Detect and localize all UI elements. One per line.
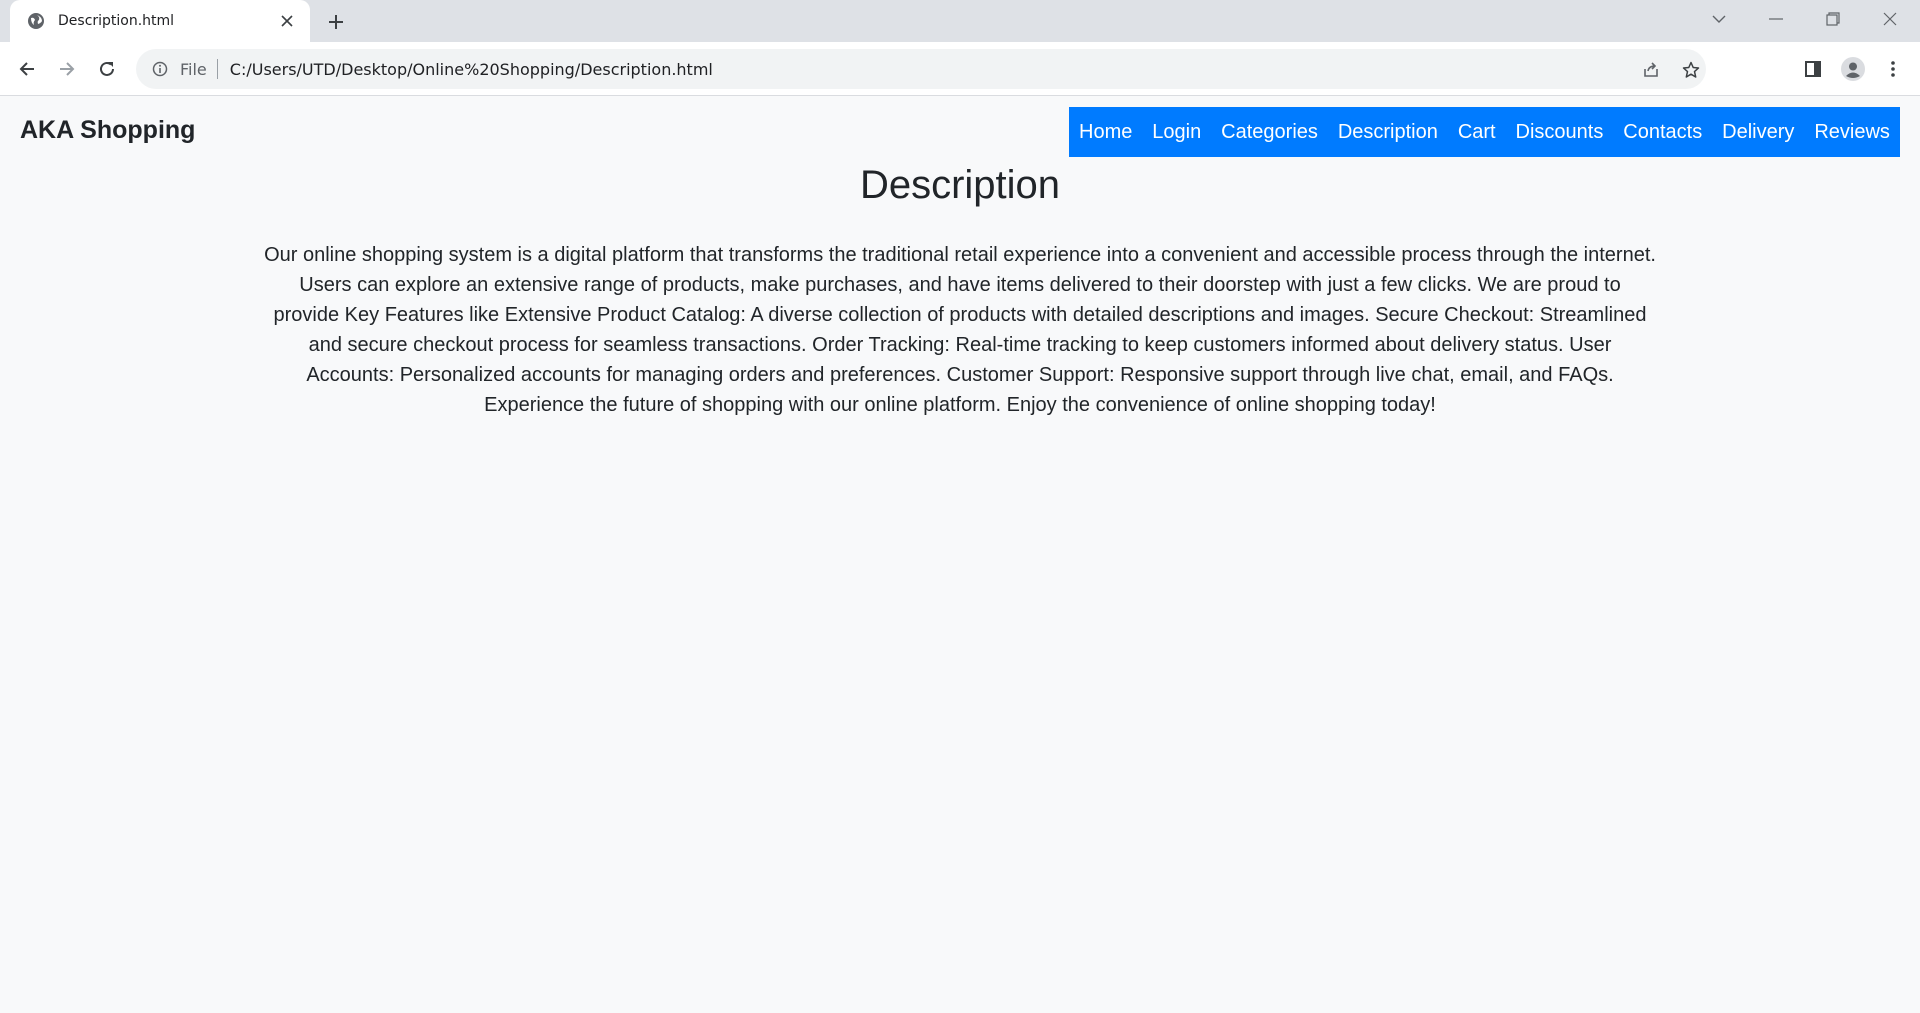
nav-contacts[interactable]: Contacts (1623, 121, 1702, 144)
reload-icon[interactable] (90, 52, 124, 86)
site-brand[interactable]: AKA Shopping (20, 116, 195, 145)
globe-icon (26, 11, 46, 31)
forward-icon[interactable] (50, 52, 84, 86)
close-tab-icon[interactable] (276, 10, 298, 32)
nav-cart[interactable]: Cart (1458, 121, 1496, 144)
tab-search-icon[interactable] (1699, 4, 1739, 34)
side-panel-icon[interactable] (1796, 52, 1830, 86)
profile-avatar-icon[interactable] (1836, 52, 1870, 86)
browser-tab[interactable]: Description.html (10, 0, 310, 42)
description-text: Our online shopping system is a digital … (264, 244, 1656, 416)
new-tab-icon[interactable] (322, 8, 350, 36)
nav-reviews[interactable]: Reviews (1814, 121, 1890, 144)
bookmark-star-icon[interactable] (1676, 55, 1706, 85)
minimize-icon[interactable] (1756, 4, 1796, 34)
browser-tab-strip: Description.html (0, 0, 1920, 42)
nav-discounts[interactable]: Discounts (1516, 121, 1604, 144)
nav-categories[interactable]: Categories (1221, 121, 1318, 144)
page-title: Description (859, 163, 1061, 207)
browser-toolbar: File C:/Users/UTD/Desktop/Online%20Shopp… (0, 42, 1920, 96)
menu-kebab-icon[interactable] (1876, 52, 1910, 86)
back-icon[interactable] (10, 52, 44, 86)
share-icon[interactable] (1636, 55, 1666, 85)
close-window-icon[interactable] (1870, 4, 1910, 34)
main-nav: Home Login Categories Description Cart D… (1069, 107, 1900, 157)
nav-login[interactable]: Login (1152, 121, 1201, 144)
address-separator (216, 59, 218, 79)
nav-description[interactable]: Description (1338, 121, 1438, 144)
restore-icon[interactable] (1813, 4, 1853, 34)
url-text[interactable]: C:/Users/UTD/Desktop/Online%20Shopping/D… (230, 60, 713, 79)
nav-home[interactable]: Home (1079, 121, 1132, 144)
web-page: AKA Shopping Home Login Categories Descr… (0, 97, 1920, 1013)
site-info-icon[interactable] (150, 59, 170, 79)
address-bar[interactable]: File C:/Users/UTD/Desktop/Online%20Shopp… (136, 49, 1706, 89)
nav-delivery[interactable]: Delivery (1722, 121, 1794, 144)
scheme-label: File (180, 59, 207, 79)
tab-title: Description.html (58, 13, 175, 29)
